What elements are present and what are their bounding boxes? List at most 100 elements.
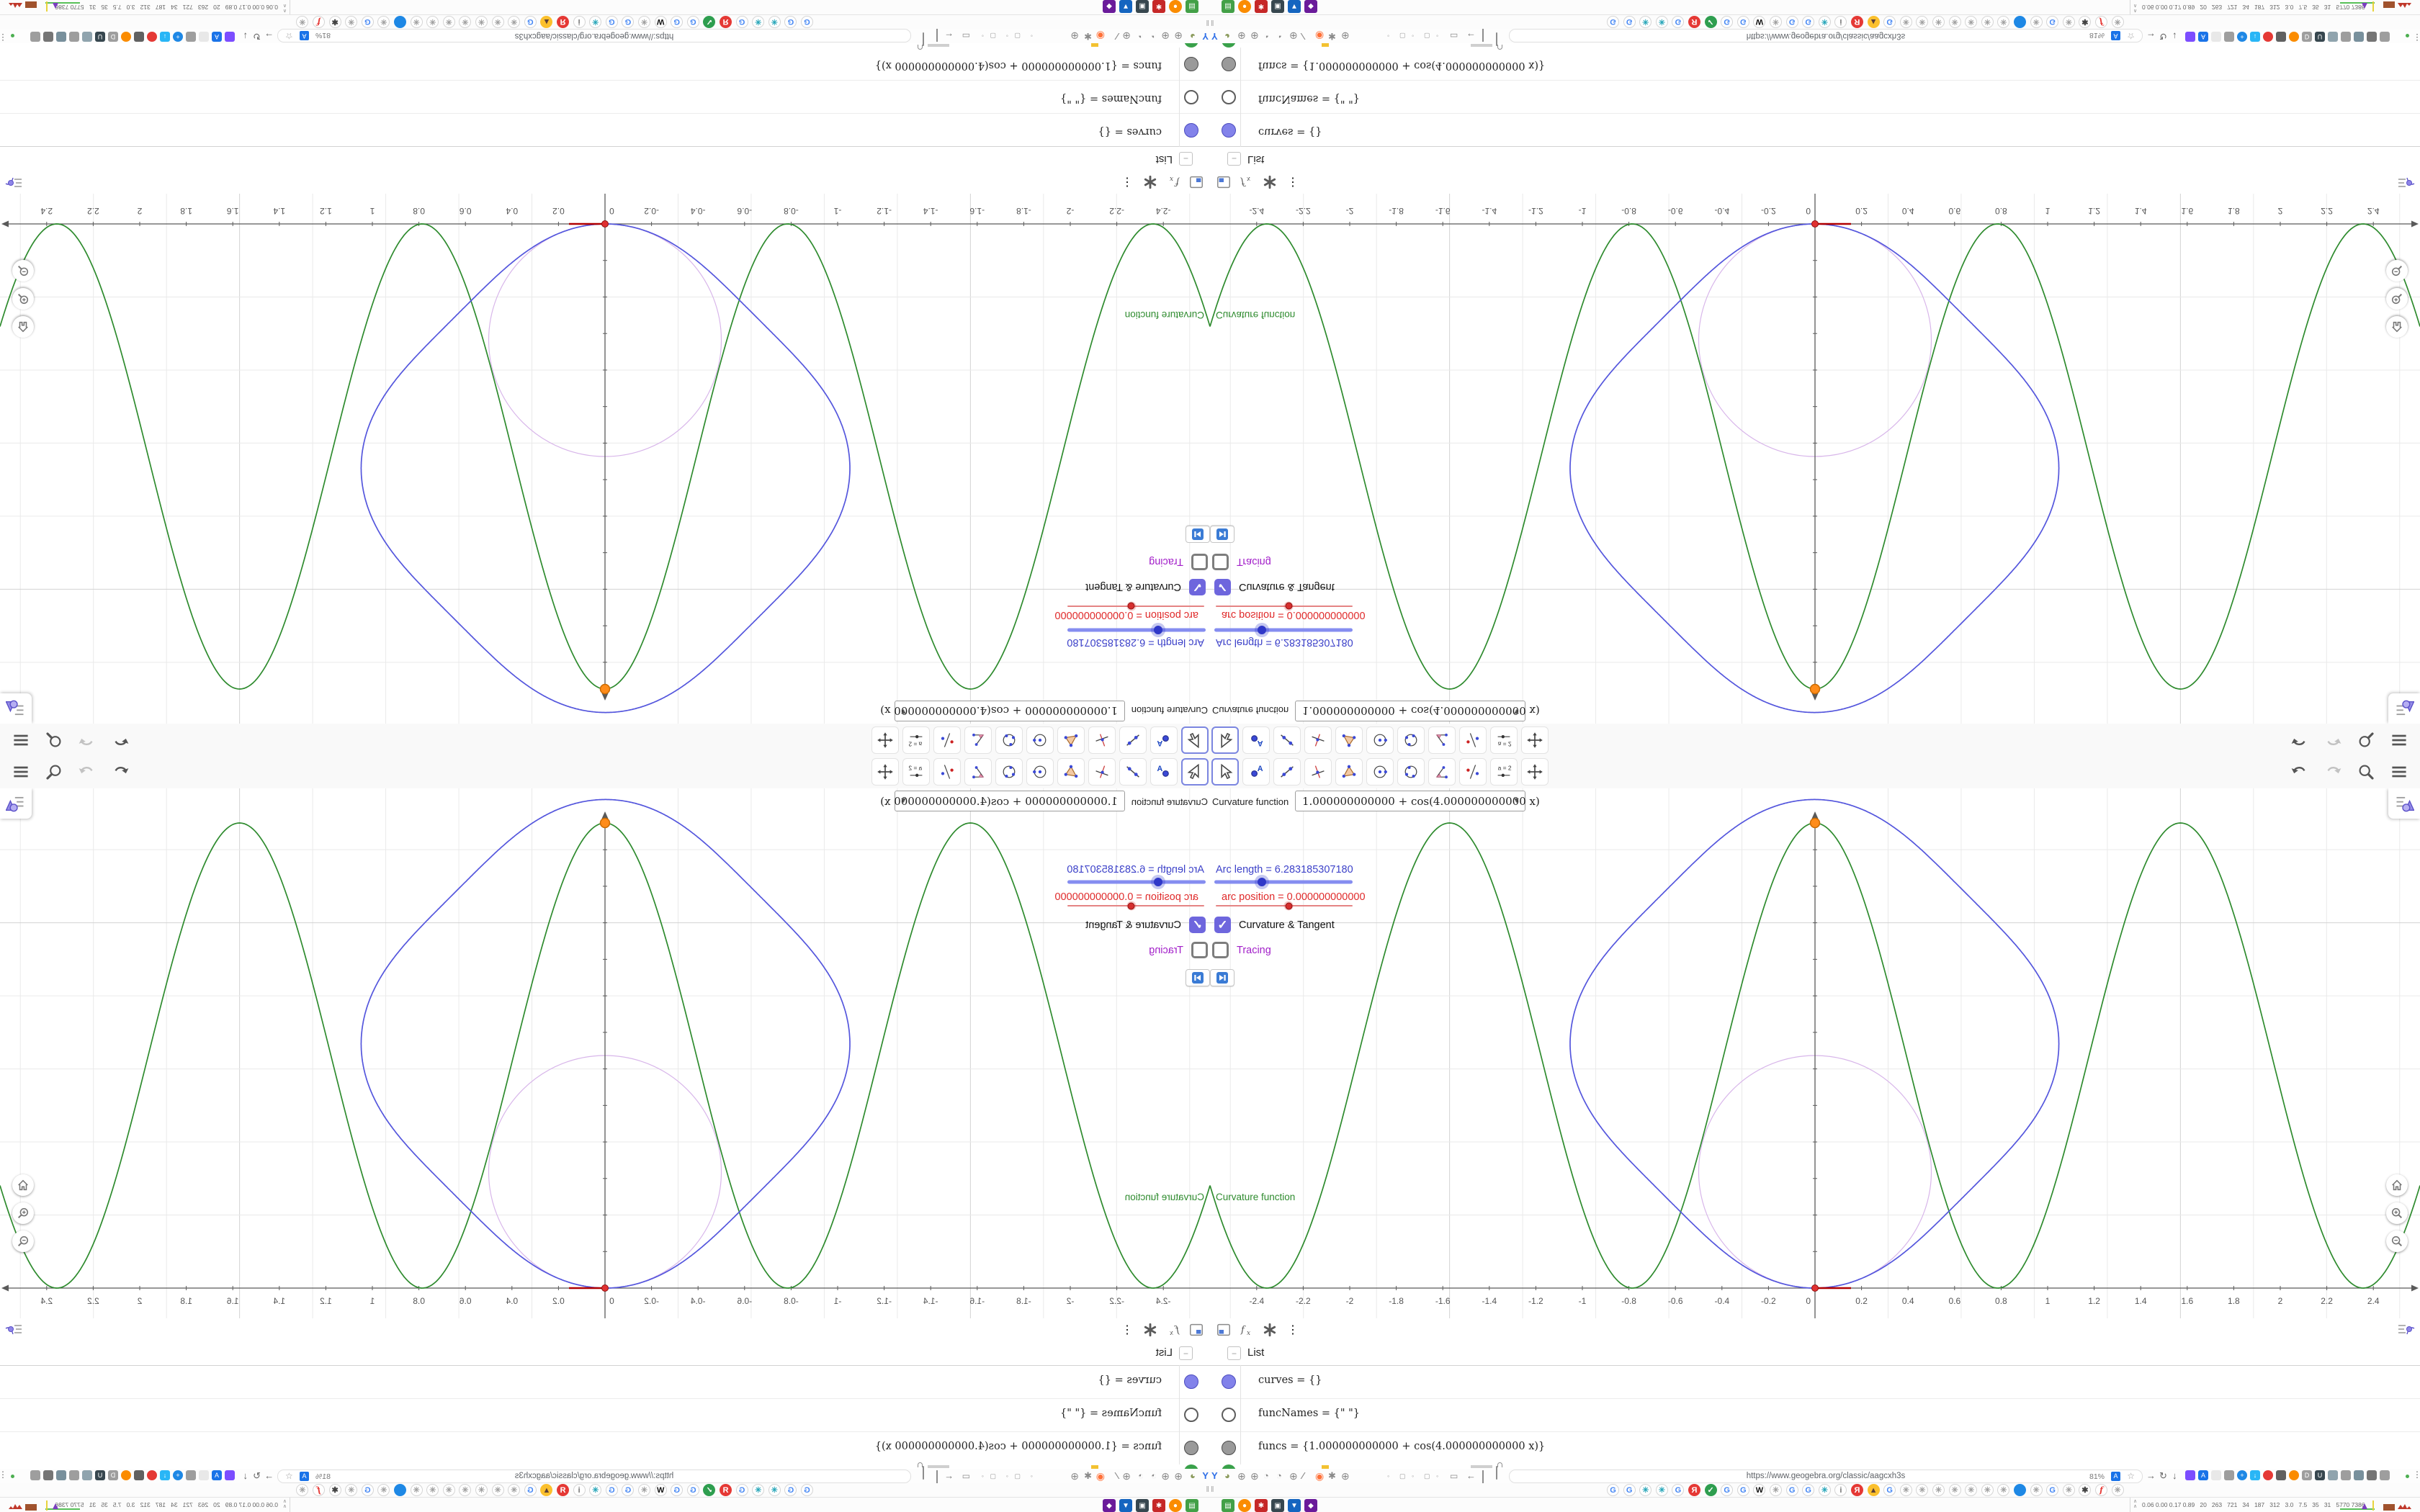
bookmark-favicon-flower[interactable]: ✳ xyxy=(1916,1484,1929,1496)
bookmark-favicon-image[interactable]: ▲ xyxy=(540,16,553,28)
bookmark-favicon-flower[interactable]: ✳ xyxy=(2062,16,2075,28)
taskbar-green-doc-icon[interactable]: ▤ xyxy=(1222,1499,1234,1512)
kebab-menu-icon[interactable]: ⋮ xyxy=(0,1470,7,1480)
tool-angle[interactable] xyxy=(964,726,992,754)
bookmark-favicon-shieldok[interactable]: ✓ xyxy=(1704,16,1717,28)
tool-circle-center-point[interactable] xyxy=(1366,758,1394,786)
arc-position-slider[interactable] xyxy=(1216,600,1353,612)
stylebar-toggle-button[interactable] xyxy=(0,788,32,819)
bookmark-favicon-flower[interactable]: ✳ xyxy=(1981,16,1994,28)
algebra-panel-toggle-icon[interactable] xyxy=(2397,173,2416,192)
bookmark-favicon-flower[interactable]: ✳ xyxy=(296,16,309,28)
arc-position-slider[interactable] xyxy=(1067,900,1204,912)
bookmark-favicon-flower[interactable]: ✳ xyxy=(638,1484,650,1496)
extension-translate-a-icon[interactable]: A xyxy=(2198,1470,2208,1480)
arc-length-slider[interactable] xyxy=(1067,875,1206,889)
bookmark-favicon-G[interactable]: G xyxy=(784,16,797,28)
gear-flower-icon[interactable] xyxy=(1260,1320,1279,1339)
tab-indicator-square[interactable]: ▢ xyxy=(1014,1472,1021,1480)
function-fx-icon[interactable]: fx xyxy=(1237,173,1256,192)
taskbar-red-gear-icon[interactable]: ✱ xyxy=(1152,0,1165,13)
bookmark-favicon-flower[interactable]: ✳ xyxy=(638,16,650,28)
globe-icon[interactable]: ⊕ xyxy=(1161,30,1170,42)
download-icon[interactable]: ↓ xyxy=(2172,1470,2177,1481)
taskbar-orange-circle-icon[interactable]: ● xyxy=(1169,0,1182,13)
shield-icon[interactable] xyxy=(936,28,938,42)
taskbar-green-doc-icon[interactable]: ▤ xyxy=(1186,1499,1198,1512)
bookmark-favicon-flower[interactable]: ✳ xyxy=(1899,16,1912,28)
gear-icon[interactable]: ✱ xyxy=(1328,1470,1336,1482)
search-icon[interactable] xyxy=(43,761,65,783)
y-logo-icon[interactable]: Y xyxy=(1202,1470,1209,1481)
bookmark-favicon-G[interactable]: G xyxy=(1672,1484,1685,1496)
extension-badge-ud-icon[interactable]: U xyxy=(95,32,105,42)
bookmark-favicon-flower[interactable]: ✳ xyxy=(1965,16,1978,28)
extension-pencil-icon[interactable] xyxy=(225,32,235,42)
tool-angle[interactable] xyxy=(964,758,992,786)
extension-shield-down-icon[interactable]: ↓ xyxy=(2250,1470,2260,1480)
tool-reflect-about-line[interactable] xyxy=(1459,758,1487,786)
bookmark-favicon-flower[interactable]: ✳ xyxy=(1916,16,1929,28)
tool-line[interactable] xyxy=(1273,726,1301,754)
bookmark-favicon-flower[interactable]: ✳ xyxy=(459,1484,472,1496)
taskbar-blue-floppy-icon[interactable]: ▼ xyxy=(1288,0,1301,13)
bookmark-favicon-G[interactable]: G xyxy=(361,16,374,28)
tool-conic-five-points[interactable] xyxy=(1397,758,1425,786)
visibility-marble-white-unfilled[interactable] xyxy=(1184,90,1198,104)
firefox-icon[interactable]: ◉ xyxy=(1096,1470,1105,1482)
bookmark-favicon-flower[interactable]: ✳ xyxy=(1948,16,1961,28)
bookmark-star-icon[interactable]: ☆ xyxy=(285,1471,293,1481)
bookmark-favicon-flower[interactable]: ✳ xyxy=(377,1484,390,1496)
tool-move-selected[interactable] xyxy=(1211,726,1239,754)
bookmark-favicon-W[interactable]: W xyxy=(1753,16,1766,28)
tool-circle-center-point[interactable] xyxy=(1366,726,1394,754)
extension-pencil-icon[interactable] xyxy=(225,1470,235,1480)
globe-icon[interactable]: ⊕ xyxy=(1289,1470,1298,1482)
taskbar-orange-circle-icon[interactable]: ● xyxy=(1169,1499,1182,1512)
tracing-checkbox[interactable]: Tracing xyxy=(1212,554,1271,570)
visibility-marble-white-unfilled[interactable] xyxy=(1184,1408,1198,1422)
visibility-marble-violet-filled[interactable] xyxy=(1222,123,1236,138)
bookmark-favicon-flake[interactable]: ✳ xyxy=(1655,1484,1668,1496)
tool-move-selected[interactable] xyxy=(1181,726,1209,754)
taskbar-orange-circle-icon[interactable]: ● xyxy=(1238,1499,1251,1512)
visibility-marble-violet-filled[interactable] xyxy=(1184,1374,1198,1389)
algebra-panel-toggle-icon[interactable] xyxy=(4,1320,23,1339)
bookmark-favicon-flower[interactable]: ✳ xyxy=(475,16,488,28)
bookmark-favicon-flower[interactable]: ✳ xyxy=(410,16,423,28)
extension-badge-d-icon[interactable]: D xyxy=(2302,1470,2312,1480)
tool-perpendicular-line[interactable] xyxy=(1088,758,1116,786)
stylebar-toggle-button[interactable] xyxy=(2388,788,2420,819)
algebra-row[interactable]: curves = {} xyxy=(0,113,1210,147)
extension-globe-gray-icon[interactable] xyxy=(69,32,79,42)
reload-icon[interactable]: ↻ xyxy=(2159,30,2167,42)
extension-oval-icon[interactable] xyxy=(2211,32,2221,42)
tab-indicator-dot[interactable]: ◦ xyxy=(982,32,984,40)
bookmark-favicon-G[interactable]: G xyxy=(605,1484,618,1496)
download-icon[interactable]: ↓ xyxy=(243,31,248,42)
tool-slider[interactable]: a = 2 xyxy=(1490,726,1518,754)
bookmark-favicon-flake[interactable]: ✳ xyxy=(1639,1484,1652,1496)
tool-perpendicular-line[interactable] xyxy=(1304,758,1332,786)
tab-indicator-square[interactable]: ▢ xyxy=(1424,32,1430,40)
bookmark-favicon-G[interactable]: G xyxy=(671,1484,684,1496)
bookmark-favicon-flower[interactable]: ✳ xyxy=(459,16,472,28)
taskbar-dark-monitor-icon[interactable]: ▣ xyxy=(1271,1499,1284,1512)
bookmark-favicon-G[interactable]: G xyxy=(524,1484,537,1496)
collapse-list-button[interactable]: − xyxy=(1179,1346,1193,1360)
globe-icon[interactable]: ⊕ xyxy=(1174,30,1183,42)
bookmark-favicon-G[interactable]: G xyxy=(2046,1484,2059,1496)
tool-circle-center-point[interactable] xyxy=(1026,726,1054,754)
bookmark-favicon-flower[interactable]: ✳ xyxy=(2030,1484,2043,1496)
tracing-checkbox[interactable]: Tracing xyxy=(1149,554,1208,570)
taskbar-purple-app-icon[interactable]: ◆ xyxy=(1304,0,1317,13)
globe-icon[interactable]: ⊕ xyxy=(1122,1470,1131,1482)
redo-button[interactable] xyxy=(76,761,98,783)
extension-globe-color-icon[interactable] xyxy=(121,1470,131,1480)
visibility-marble-violet-filled[interactable] xyxy=(1222,1374,1236,1389)
bookmark-favicon-gear[interactable]: ✱ xyxy=(328,16,341,28)
bookmark-favicon-flake[interactable]: ✳ xyxy=(1818,1484,1831,1496)
bookmark-favicon-flower[interactable]: ✳ xyxy=(1948,1484,1961,1496)
shield-icon[interactable] xyxy=(936,1470,938,1484)
kebab-menu-icon[interactable]: ⋮ xyxy=(1118,1320,1137,1339)
